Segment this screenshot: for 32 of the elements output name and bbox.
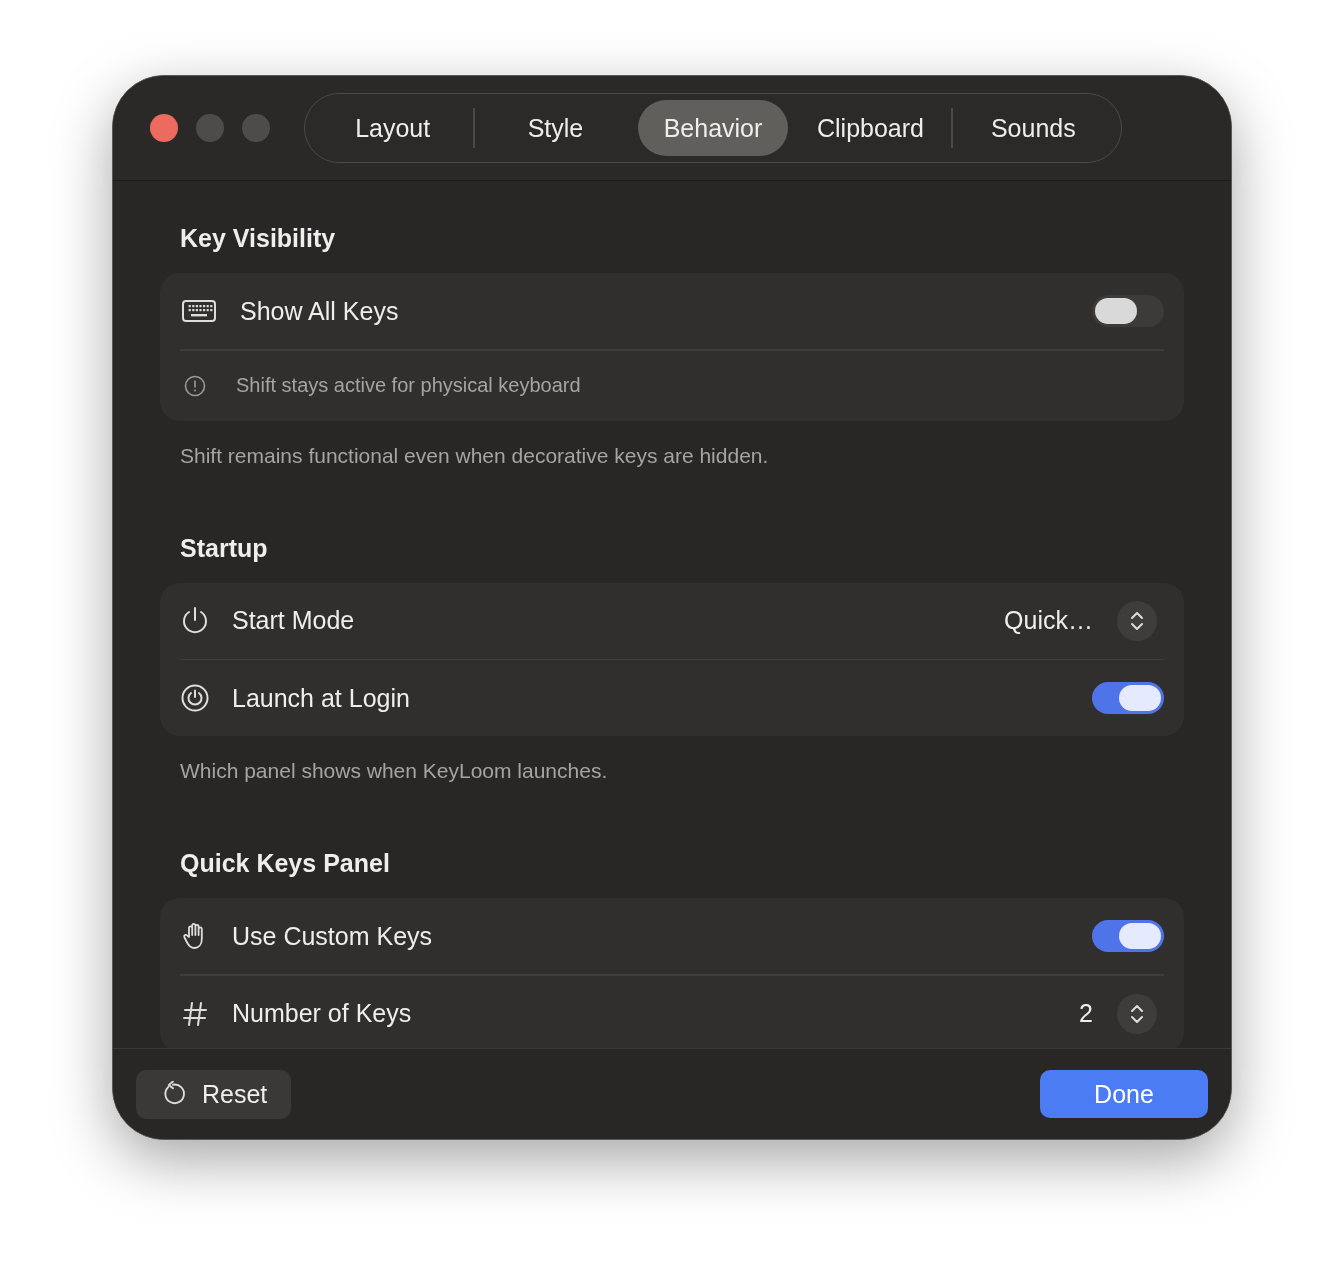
setting-label: Use Custom Keys <box>232 921 434 951</box>
toggle-switch[interactable] <box>1092 920 1164 952</box>
chevron-up-down-icon <box>1129 609 1145 632</box>
tab[interactable]: Sounds <box>952 100 1114 156</box>
section-title: Quick Keys Panel <box>179 848 391 878</box>
setting-label: Start Mode <box>232 606 356 635</box>
setting-label: Shift stays active for physical keyboard <box>236 374 582 397</box>
keyboard-icon <box>182 300 216 322</box>
popup-button[interactable] <box>1117 600 1157 641</box>
setting-label: Launch at Login <box>232 683 411 713</box>
setting-label: Number of Keys <box>232 999 413 1028</box>
stepper-button[interactable] <box>1117 993 1157 1034</box>
tab[interactable]: Clipboard <box>789 100 952 156</box>
info-icon <box>184 374 206 397</box>
tab[interactable]: Style <box>474 100 637 156</box>
toggle-switch[interactable] <box>1092 295 1164 327</box>
tab[interactable]: Behavior <box>637 100 789 156</box>
toggle-switch[interactable] <box>1092 682 1164 714</box>
section-title: Key Visibility <box>179 223 337 253</box>
reset-button[interactable]: Reset <box>136 1069 292 1119</box>
chevron-up-down-icon <box>1129 1002 1145 1025</box>
setting-value: Quick… <box>1004 606 1093 635</box>
power-icon <box>180 605 210 636</box>
setting-value: 2 <box>1079 999 1093 1028</box>
section-footnote: Which panel shows when KeyLoom launches. <box>179 758 609 784</box>
section-footnote: Shift remains functional even when decorative keys are hidden. <box>179 442 770 469</box>
section-title: Startup <box>179 532 269 563</box>
power-icon <box>180 683 210 713</box>
done-button[interactable]: Done <box>1040 1070 1208 1118</box>
tab[interactable]: Layout <box>312 100 474 156</box>
close-button[interactable] <box>150 114 178 142</box>
setting-label: Show All Keys <box>240 296 400 326</box>
